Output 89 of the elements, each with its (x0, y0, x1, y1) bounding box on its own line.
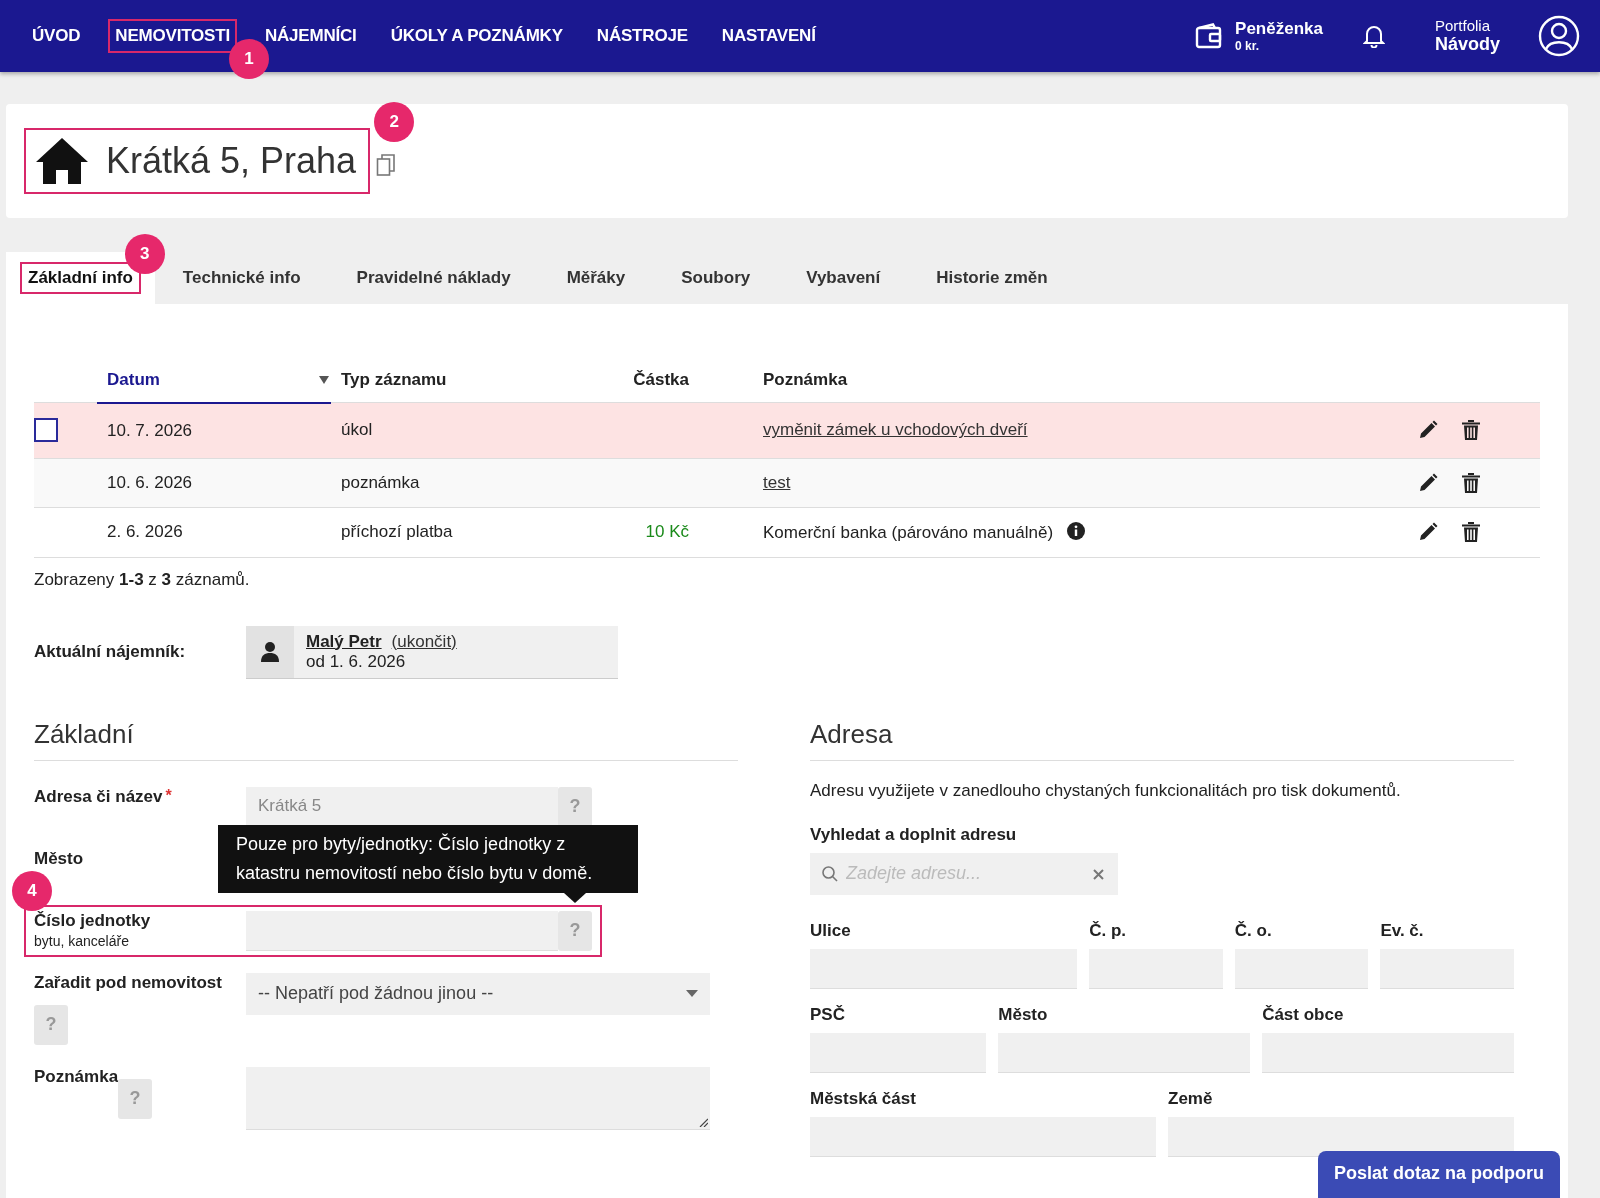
tenancy-start-date: od 1. 6. 2026 (306, 651, 407, 672)
field-label: Městská část (810, 1088, 917, 1109)
required-asterisk: * (165, 786, 172, 806)
edit-pencil-icon[interactable] (1418, 420, 1438, 441)
field-label: Č. p. (1089, 920, 1128, 941)
wallet-balance: 0 kr. (1235, 39, 1261, 53)
sort-descending-icon (319, 376, 329, 384)
field-hint: bytu, kanceláře (34, 932, 130, 949)
text-input[interactable] (1089, 948, 1223, 989)
column-header[interactable]: Poznámka (689, 370, 1418, 403)
nav-link[interactable]: ÚVOD (32, 20, 81, 52)
text-input[interactable] (1380, 948, 1514, 989)
text-input[interactable] (810, 1116, 1156, 1157)
tab[interactable]: Pravidelné náklady (350, 264, 517, 292)
support-request-button[interactable]: Poslat dotaz na podporu (1318, 1151, 1560, 1198)
note-link[interactable]: test (763, 472, 791, 492)
checkbox[interactable] (34, 418, 58, 443)
info-icon[interactable] (1067, 521, 1086, 540)
date-cell: 2. 6. 2026 (107, 522, 183, 541)
column-header[interactable]: Typ záznamu (331, 370, 599, 403)
field-label: Část obce (1262, 1004, 1345, 1025)
nav-link[interactable]: ÚKOLY A POZNÁMKY (390, 20, 563, 52)
field-label: Vyhledat a doplnit adresu (810, 824, 1018, 845)
type-cell: poznámka (341, 472, 420, 492)
field-label: Číslo jednotky (34, 910, 151, 931)
wallet-label[interactable]: Peněženka (1235, 19, 1323, 39)
user-account-icon[interactable] (1538, 15, 1580, 57)
tab[interactable]: Vybavení (800, 264, 887, 292)
resize-handle-icon[interactable] (698, 1116, 708, 1127)
dropdown-select[interactable]: -- Nepatří pod žádnou jinou -- (246, 972, 710, 1015)
date-cell: 10. 7. 2026 (107, 420, 193, 440)
date-cell: 10. 6. 2026 (107, 472, 193, 492)
address-description: Adresu využijete v zanedlouho chystaných funkcionalitách pro tisk dokumentů. (810, 780, 1402, 801)
portfolio-caption: Portfolia (1434, 17, 1491, 34)
note-link[interactable]: vyměnit zámek u vchodových dveří (763, 420, 1028, 440)
end-tenancy-link[interactable]: (ukončit) (391, 631, 457, 652)
column-header[interactable]: Částka (599, 370, 689, 403)
wallet-icon[interactable] (1195, 23, 1224, 49)
step-number-badge: 3 (124, 234, 165, 274)
tab[interactable]: Technické info (176, 264, 307, 292)
delete-trash-icon[interactable] (1462, 472, 1480, 493)
current-tenant-label: Aktuální nájemník: (34, 642, 187, 662)
sorted-column-header[interactable]: Datum (97, 370, 331, 403)
field-label: Č. o. (1234, 920, 1273, 941)
field-label: Ulice (810, 920, 852, 941)
house-icon (34, 136, 90, 186)
portfolio-name[interactable]: Návody (1434, 34, 1500, 55)
section-heading: Adresa (810, 718, 1514, 761)
field-label: Adresa či název (34, 786, 163, 807)
caret-icon (686, 990, 698, 997)
field-label: PSČ (810, 1004, 846, 1025)
text-input[interactable] (998, 1032, 1251, 1073)
delete-trash-icon[interactable] (1462, 522, 1480, 542)
tab[interactable]: Soubory (675, 264, 757, 292)
amount-cell: 10 Kč (645, 522, 689, 541)
person-icon (261, 641, 279, 662)
tab[interactable]: Historie změn (930, 264, 1054, 292)
text-input[interactable] (810, 1032, 987, 1073)
field-label: Ev. č. (1380, 920, 1425, 941)
records-count-text: Zobrazeny 1-3 z 3 záznamů. (34, 569, 251, 590)
tenant-name-link[interactable]: Malý Petr (306, 631, 382, 652)
text-input[interactable] (810, 948, 1078, 989)
delete-trash-icon[interactable] (1462, 420, 1480, 441)
tab[interactable]: Měřáky (560, 264, 632, 292)
edit-pencil-icon[interactable] (1418, 522, 1438, 542)
text-input[interactable] (1168, 1116, 1514, 1157)
step-number-badge: 4 (12, 870, 52, 911)
clear-icon[interactable] (1093, 868, 1104, 880)
tooltip-pointer-icon (564, 892, 586, 903)
notification-bell-icon[interactable] (1362, 24, 1385, 48)
text-input[interactable] (1262, 1032, 1514, 1073)
note-cell: Komerční banka (párováno manuálně) (763, 522, 1054, 542)
nav-link[interactable]: NÁSTROJE (596, 20, 688, 52)
section-heading: Základní (34, 718, 738, 761)
text-input[interactable] (246, 910, 558, 951)
field-label: Město (34, 848, 84, 869)
edit-pencil-icon[interactable] (1418, 472, 1438, 493)
field-label: Země (1168, 1088, 1214, 1109)
field-label: Zařadit pod nemovitost (34, 972, 222, 993)
property-title: Krátká 5, Praha (106, 140, 357, 182)
field-label: Poznámka (34, 1066, 119, 1088)
nav-link[interactable]: NASTAVENÍ (721, 20, 816, 52)
text-input[interactable] (1234, 948, 1369, 989)
type-cell: úkol (341, 420, 373, 440)
step-number-badge: 2 (374, 102, 415, 142)
search-icon (822, 865, 838, 882)
type-cell: příchozí platba (341, 522, 453, 541)
field-label: Město (998, 1004, 1049, 1025)
copy-icon[interactable] (376, 153, 397, 177)
